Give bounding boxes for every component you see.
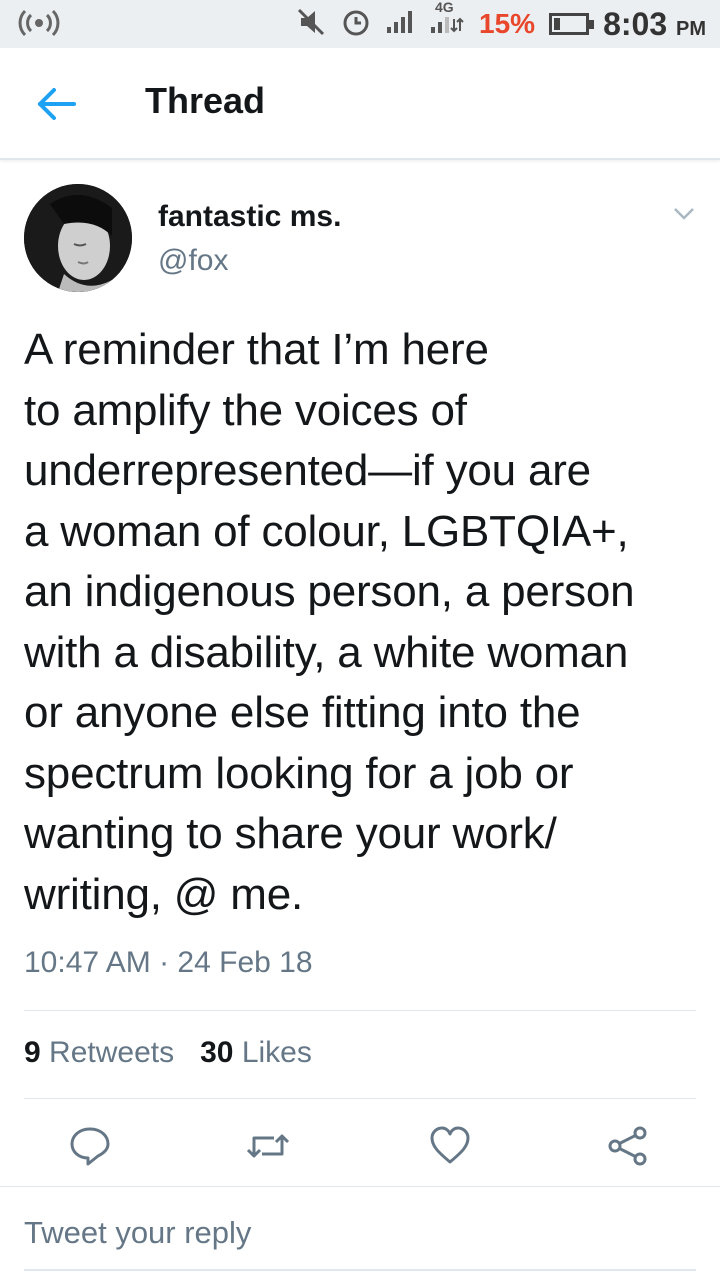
reply-button[interactable] [68, 1124, 112, 1168]
retweets-stat[interactable]: 9 Retweets [24, 1036, 174, 1070]
tweet-text-line: writing, @ me. [24, 869, 304, 919]
battery-icon [549, 13, 595, 35]
tweet-menu-button[interactable] [672, 204, 696, 224]
retweet-icon [246, 1134, 290, 1158]
like-button[interactable] [428, 1124, 472, 1168]
speech-bubble-icon [70, 1127, 110, 1166]
tweet-text-line: spectrum looking for a job or [24, 748, 574, 798]
reply-input[interactable] [24, 1215, 696, 1251]
share-icon [608, 1126, 647, 1166]
mute-icon [295, 6, 327, 43]
tweet-text-line: underrepresented—if you are [24, 446, 591, 495]
tweet-text-line: A reminder that I’m here [24, 325, 489, 374]
back-button[interactable] [36, 84, 78, 124]
tweet-text-line: or anyone else fitting into the [24, 688, 581, 737]
avatar[interactable] [24, 184, 132, 292]
arrow-left-icon [38, 88, 76, 120]
status-bar: 4G 15% 8:03 PM [0, 0, 720, 48]
tweet-text-line: an indigenous person, a person [24, 567, 635, 616]
hotspot-icon [16, 8, 62, 45]
divider [24, 1010, 696, 1011]
author-handle[interactable]: @fox [158, 244, 228, 278]
author-display-name[interactable]: fantastic ms. [158, 200, 341, 234]
page-title: Thread [145, 80, 266, 121]
retweet-button[interactable] [244, 1124, 290, 1168]
reply-input-underline [24, 1269, 696, 1271]
tweet-stats: 9 Retweets 30 Likes [24, 1036, 312, 1070]
tweet-timestamp: 10:47 AM · 24 Feb 18 [24, 946, 313, 979]
tweet-text-line: wanting to share your work/ [24, 809, 557, 858]
tweet-text-line: a woman of colour, LGBTQIA+, [24, 506, 629, 556]
divider [24, 1098, 696, 1099]
tweet-text: A reminder that I’m here to amplify the … [24, 320, 704, 925]
likes-stat[interactable]: 30 Likes [200, 1036, 312, 1070]
alarm-icon [341, 7, 371, 42]
battery-percent: 15% [479, 8, 536, 39]
action-bar [0, 1118, 720, 1174]
signal-4g-icon: 4G [429, 0, 465, 42]
tweet-text-line: with a disability, a white woman [24, 627, 629, 677]
heart-icon [430, 1126, 470, 1164]
tweet-text-line: to amplify the voices of [24, 385, 467, 435]
clock: 8:03 PM [603, 5, 706, 42]
signal-icon [385, 9, 415, 40]
header: Thread [0, 48, 720, 160]
chevron-down-icon [674, 208, 694, 220]
reply-composer [0, 1186, 720, 1280]
share-button[interactable] [606, 1124, 650, 1168]
